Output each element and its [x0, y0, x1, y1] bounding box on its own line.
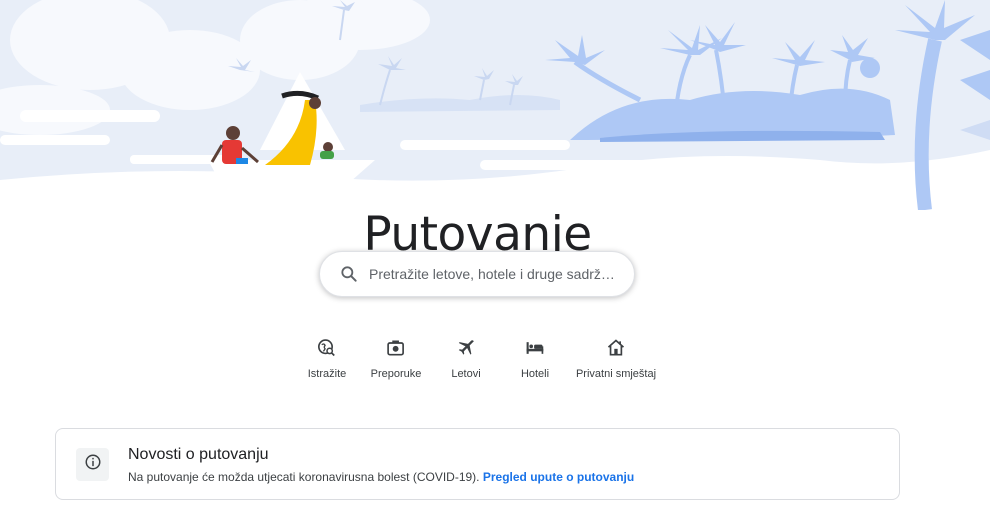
news-text-line: Na putovanje će možda utjecati koronavir…	[128, 470, 634, 484]
search-icon	[339, 264, 359, 284]
airplane-icon	[456, 338, 476, 358]
news-title: Novosti o putovanju	[128, 446, 269, 463]
info-icon	[84, 453, 102, 476]
quick-link-label: Preporuke	[370, 368, 422, 380]
quick-link-label: Letovi	[451, 368, 481, 380]
beach-scene-illustration	[0, 0, 990, 210]
bed-icon	[525, 338, 545, 358]
camera-icon	[386, 338, 406, 358]
explore-icon	[317, 338, 337, 358]
quick-link-label: Istražite	[307, 368, 347, 380]
home-icon	[606, 338, 626, 358]
quick-link-recommendations[interactable]: Preporuke	[370, 338, 422, 380]
quick-link-vacation-rentals[interactable]: Privatni smještaj	[576, 338, 656, 380]
quick-link-label: Hoteli	[520, 368, 550, 380]
info-icon-box	[76, 448, 109, 481]
search-box[interactable]	[319, 251, 635, 297]
hero-illustration	[0, 0, 990, 210]
search-input[interactable]	[369, 266, 619, 282]
quick-links: Istražite Preporuke Letovi Hoteli Privat…	[0, 338, 990, 388]
travel-guidance-link[interactable]: Pregled upute o putovanju	[483, 470, 634, 484]
quick-link-flights[interactable]: Letovi	[451, 338, 481, 380]
quick-link-label: Privatni smještaj	[575, 368, 657, 380]
travel-news-card: Novosti o putovanju Na putovanje će možd…	[55, 428, 900, 500]
quick-link-explore[interactable]: Istražite	[307, 338, 347, 380]
news-text: Na putovanje će možda utjecati koronavir…	[128, 470, 480, 484]
quick-link-hotels[interactable]: Hoteli	[521, 338, 549, 380]
